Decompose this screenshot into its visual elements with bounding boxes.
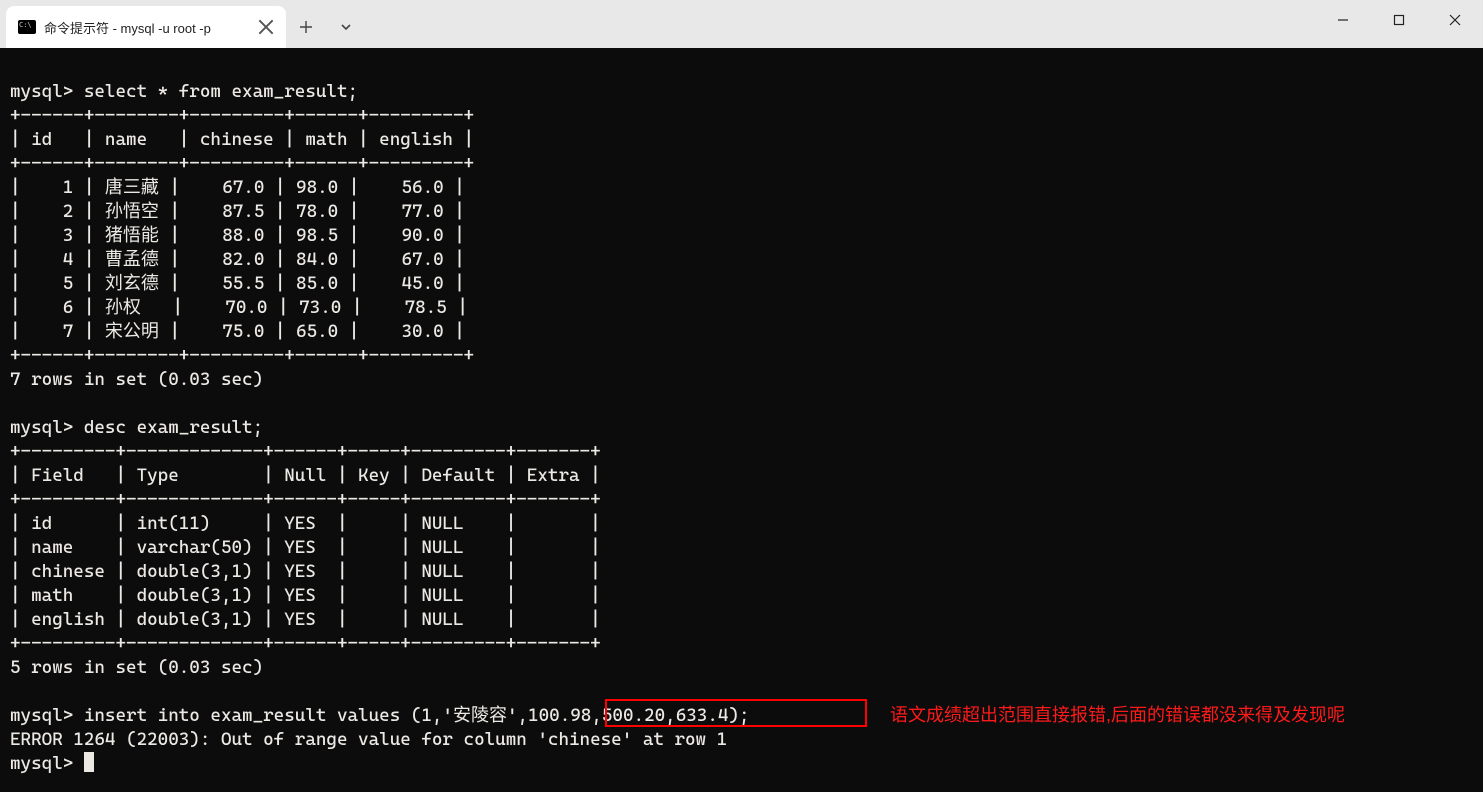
- window-titlebar: 命令提示符 - mysql -u root -p: [0, 0, 1483, 48]
- maximize-button[interactable]: [1371, 0, 1427, 40]
- close-window-button[interactable]: [1427, 0, 1483, 40]
- tab-active[interactable]: 命令提示符 - mysql -u root -p: [6, 6, 286, 48]
- table-border: +---------+-------------+------+-----+--…: [10, 489, 601, 510]
- terminal-pane[interactable]: mysql> select * from exam_result; +-----…: [0, 48, 1483, 792]
- close-tab-button[interactable]: [258, 19, 274, 35]
- titlebar-drag-region[interactable]: [366, 0, 1315, 48]
- result-message: 7 rows in set (0.03 sec): [10, 369, 263, 390]
- table-row: | 6 | 孙权 | 70.0 | 73.0 | 78.5 |: [10, 297, 468, 318]
- terminal-prompt-line: mysql>: [10, 753, 94, 774]
- table-row: | name | varchar(50) | YES | | NULL | |: [10, 537, 601, 558]
- table-row: | 7 | 宋公明 | 75.0 | 65.0 | 30.0 |: [10, 321, 465, 342]
- window-controls: [1315, 0, 1483, 48]
- table-border: +------+--------+---------+------+------…: [10, 105, 474, 126]
- minimize-button[interactable]: [1315, 0, 1371, 40]
- tab-title: 命令提示符 - mysql -u root -p: [44, 18, 250, 37]
- terminal-line: mysql> select * from exam_result;: [10, 81, 358, 102]
- terminal-line: mysql> desc exam_result;: [10, 417, 263, 438]
- tab-dropdown-button[interactable]: [326, 6, 366, 48]
- cmd-icon: [18, 20, 36, 34]
- cursor-icon: [84, 752, 94, 772]
- error-message: ERROR 1264 (22003): Out of range value f…: [10, 729, 727, 750]
- result-message: 5 rows in set (0.03 sec): [10, 657, 263, 678]
- table-row: | 1 | 唐三藏 | 67.0 | 98.0 | 56.0 |: [10, 177, 465, 198]
- table-row: | math | double(3,1) | YES | | NULL | |: [10, 585, 601, 606]
- table-header: | Field | Type | Null | Key | Default | …: [10, 465, 601, 486]
- table-row: | 5 | 刘玄德 | 55.5 | 85.0 | 45.0 |: [10, 273, 465, 294]
- annotation-text: 语文成绩超出范围直接报错,后面的错误都没来得及发现呢: [890, 703, 1345, 727]
- new-tab-button[interactable]: [286, 6, 326, 48]
- table-row: | 3 | 猪悟能 | 88.0 | 98.5 | 90.0 |: [10, 225, 465, 246]
- table-border: +------+--------+---------+------+------…: [10, 345, 474, 366]
- table-header: | id | name | chinese | math | english |: [10, 129, 474, 150]
- table-row: | id | int(11) | YES | | NULL | |: [10, 513, 601, 534]
- table-row: | 2 | 孙悟空 | 87.5 | 78.0 | 77.0 |: [10, 201, 465, 222]
- table-border: +---------+-------------+------+-----+--…: [10, 441, 601, 462]
- table-row: | english | double(3,1) | YES | | NULL |…: [10, 609, 601, 630]
- table-border: +------+--------+---------+------+------…: [10, 153, 474, 174]
- table-row: | chinese | double(3,1) | YES | | NULL |…: [10, 561, 601, 582]
- table-border: +---------+-------------+------+-----+--…: [10, 633, 601, 654]
- terminal-line: mysql> insert into exam_result values (1…: [10, 705, 750, 726]
- table-row: | 4 | 曹孟德 | 82.0 | 84.0 | 67.0 |: [10, 249, 465, 270]
